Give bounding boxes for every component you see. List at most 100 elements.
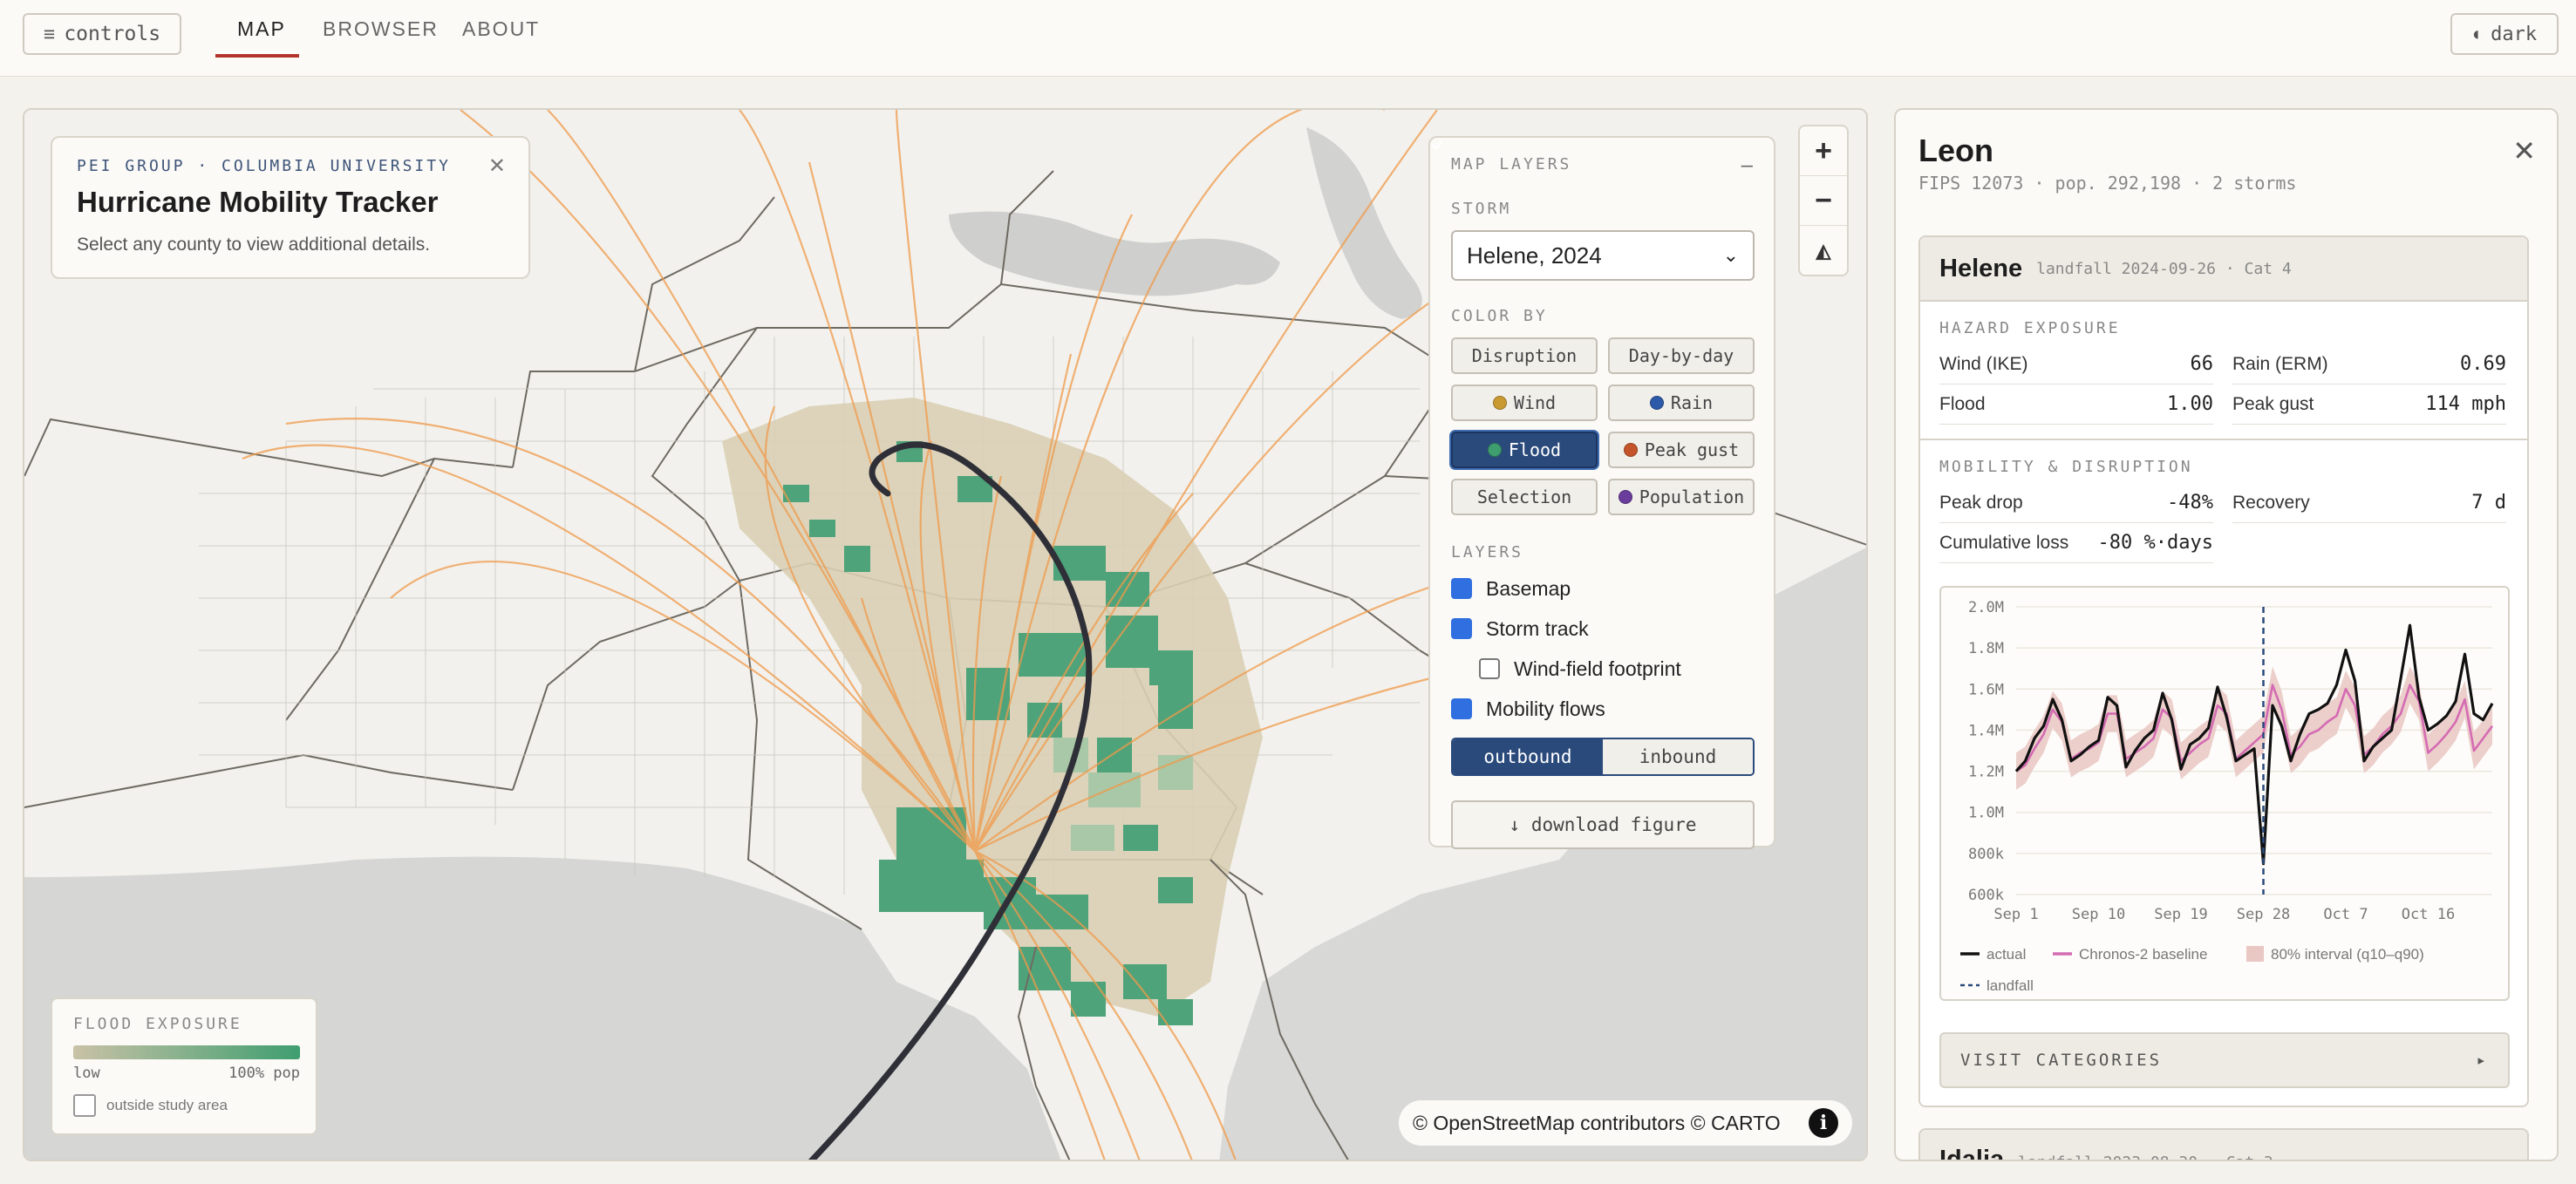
metric-value: -80 %·days — [2097, 532, 2213, 554]
controls-button[interactable]: ≡ controls — [23, 13, 181, 55]
storm-card-header[interactable]: Helene landfall 2024-09-26 · Cat 4 — [1920, 237, 2527, 302]
legend-label-interval: 80% interval (q10–q90) — [2271, 946, 2424, 963]
active-tab-underline — [215, 54, 299, 58]
color-by-option[interactable]: Rain — [1608, 384, 1755, 421]
legend-swatch-interval — [2246, 946, 2264, 962]
tab-about[interactable]: ABOUT — [462, 17, 540, 41]
hamburger-icon: ≡ — [43, 22, 56, 45]
zoom-controls: + − ◭ — [1798, 125, 1849, 276]
theme-toggle-button[interactable]: ◐ dark — [2450, 13, 2559, 55]
section-divider — [1920, 439, 2527, 440]
legend-label-actual: actual — [1987, 946, 2026, 963]
checkbox-empty-icon[interactable] — [1479, 658, 1500, 679]
color-dot-icon — [1649, 396, 1664, 410]
color-by-option[interactable]: Peak gust — [1608, 432, 1755, 468]
mobility-grid: Peak drop -48% Recovery 7 d Cumulative loss -… — [1939, 483, 2508, 563]
checkbox-checked-icon[interactable] — [1432, 140, 1472, 719]
color-by-option-label: Wind — [1513, 392, 1557, 413]
mobility-title: MOBILITY & DISRUPTION — [1939, 458, 2193, 476]
color-by-options: Disruption Day-by-day Wind Rain Flood Peak gu… — [1451, 337, 1755, 515]
y-tick-label: 800k — [1968, 846, 2004, 863]
outbound-button[interactable]: outbound — [1453, 739, 1603, 774]
y-tick-label: 1.0M — [1968, 805, 2004, 822]
inbound-button[interactable]: inbound — [1603, 739, 1753, 774]
next-storm-card[interactable]: Idalia landfall 2023-08-30 · Cat 3 — [1918, 1128, 2529, 1161]
color-by-option[interactable]: Population — [1608, 479, 1755, 515]
color-by-option-label: Population — [1639, 487, 1745, 507]
storm-label: STORM — [1451, 200, 1512, 218]
color-by-option[interactable]: Flood — [1451, 432, 1598, 468]
county-name: Leon — [1918, 133, 1993, 168]
layer-toggle[interactable]: Storm track — [1432, 140, 1753, 649]
y-tick-label: 1.6M — [1968, 681, 2004, 698]
x-tick-label: Sep 28 — [2237, 906, 2290, 923]
layers-label: LAYERS — [1451, 543, 1524, 561]
metric-row: Rain (ERM) 0.69 — [2232, 344, 2506, 384]
hazard-exposure-title: HAZARD EXPOSURE — [1939, 319, 2121, 337]
zoom-out-button[interactable]: − — [1800, 176, 1847, 226]
close-icon[interactable]: ✕ — [2512, 134, 2536, 167]
metric-row: Wind (IKE) 66 — [1939, 344, 2213, 384]
visit-categories-button[interactable]: VISIT CATEGORIES ▸ — [1939, 1032, 2510, 1088]
metric-label: Peak drop — [1939, 492, 2023, 513]
metric-label: Peak gust — [2232, 393, 2314, 414]
metric-value: 66 — [2190, 353, 2214, 375]
legend-high-label: 100% pop — [228, 1065, 300, 1082]
tab-map[interactable]: MAP — [237, 17, 286, 41]
legend-label-baseline: Chronos-2 baseline — [2079, 946, 2207, 963]
minimize-icon[interactable]: – — [1741, 153, 1753, 178]
color-by-option-label: Selection — [1476, 487, 1572, 507]
metric-row: Recovery 7 d — [2232, 483, 2506, 523]
metric-label: Cumulative loss — [1939, 532, 2069, 553]
map-info-card: PEI GROUP · COLUMBIA UNIVERSITY Hurrican… — [51, 136, 530, 279]
metric-value: 7 d — [2471, 492, 2506, 514]
hazard-exposure-grid: Wind (IKE) 66 Rain (ERM) 0.69 Flood 1.00 Peak … — [1939, 344, 2508, 425]
next-storm-meta: landfall 2023-08-30 · Cat 3 — [2018, 1153, 2273, 1160]
county-meta: FIPS 12073 · pop. 292,198 · 2 storms — [1918, 173, 2297, 194]
color-by-option-label: Flood — [1508, 439, 1562, 460]
flood-legend: FLOOD EXPOSURE low 100% pop outside stud… — [51, 997, 317, 1135]
mobility-chart-svg: 2.0M 1.8M 1.6M 1.4M 1.2M 1.0M 800k 600k Sep 1 Sep… — [1960, 599, 2494, 994]
visit-categories-label: VISIT CATEGORIES — [1960, 1051, 2163, 1070]
close-icon[interactable]: ✕ — [488, 153, 506, 179]
x-tick-label: Sep 19 — [2154, 906, 2207, 923]
checkbox-checked-icon[interactable] — [1432, 140, 1472, 639]
controls-button-label: controls — [64, 23, 161, 45]
map-canvas[interactable]: PEI GROUP · COLUMBIA UNIVERSITY Hurrican… — [23, 108, 1868, 1161]
metric-value: -48% — [2167, 492, 2213, 514]
y-tick-label: 1.4M — [1968, 722, 2004, 739]
triangle-right-icon: ▸ — [2476, 1051, 2489, 1070]
metric-value: 1.00 — [2167, 393, 2213, 415]
layer-label: Mobility flows — [1486, 697, 1605, 720]
color-by-option[interactable]: Day-by-day — [1608, 337, 1755, 374]
color-by-option[interactable]: Wind — [1451, 384, 1598, 421]
info-icon[interactable]: i — [1809, 1108, 1838, 1138]
map-attribution: © OpenStreetMap contributors © CARTO i — [1399, 1100, 1852, 1146]
app-subtitle: Select any county to view additional det… — [77, 235, 431, 255]
color-by-option-label: Day-by-day — [1628, 345, 1734, 366]
x-tick-label: Oct 7 — [2323, 906, 2368, 923]
x-tick-label: Sep 1 — [1993, 906, 2038, 923]
legend-gradient-bar — [73, 1045, 300, 1059]
color-by-option[interactable]: Disruption — [1451, 337, 1598, 374]
layer-toggle[interactable]: Wind-field footprint — [1451, 649, 1753, 689]
compass-icon[interactable]: ◭ — [1800, 226, 1847, 276]
checkbox-checked-icon[interactable] — [1432, 140, 1472, 599]
y-tick-label: 1.8M — [1968, 640, 2004, 657]
app-title: Hurricane Mobility Tracker — [77, 186, 439, 218]
layer-label: Storm track — [1486, 616, 1589, 640]
layer-toggle[interactable]: Mobility flows — [1432, 140, 1753, 729]
storm-select[interactable]: Helene, 2024 ⌄ — [1451, 230, 1755, 281]
y-tick-label: 2.0M — [1968, 599, 2004, 616]
metric-value: 0.69 — [2460, 353, 2506, 375]
county-detail-panel: Leon FIPS 12073 · pop. 292,198 · 2 storm… — [1894, 108, 2559, 1161]
color-by-option[interactable]: Selection — [1451, 479, 1598, 515]
x-tick-label: Oct 16 — [2402, 906, 2455, 923]
color-dot-icon — [1623, 443, 1638, 457]
next-storm-name: Idalia — [1939, 1146, 2005, 1161]
layer-toggle[interactable]: Basemap — [1432, 140, 1753, 609]
download-figure-button[interactable]: ↓ download figure — [1451, 800, 1755, 849]
tab-browser[interactable]: BROWSER — [323, 17, 439, 41]
color-dot-icon — [1492, 396, 1507, 410]
zoom-in-button[interactable]: + — [1800, 126, 1847, 176]
